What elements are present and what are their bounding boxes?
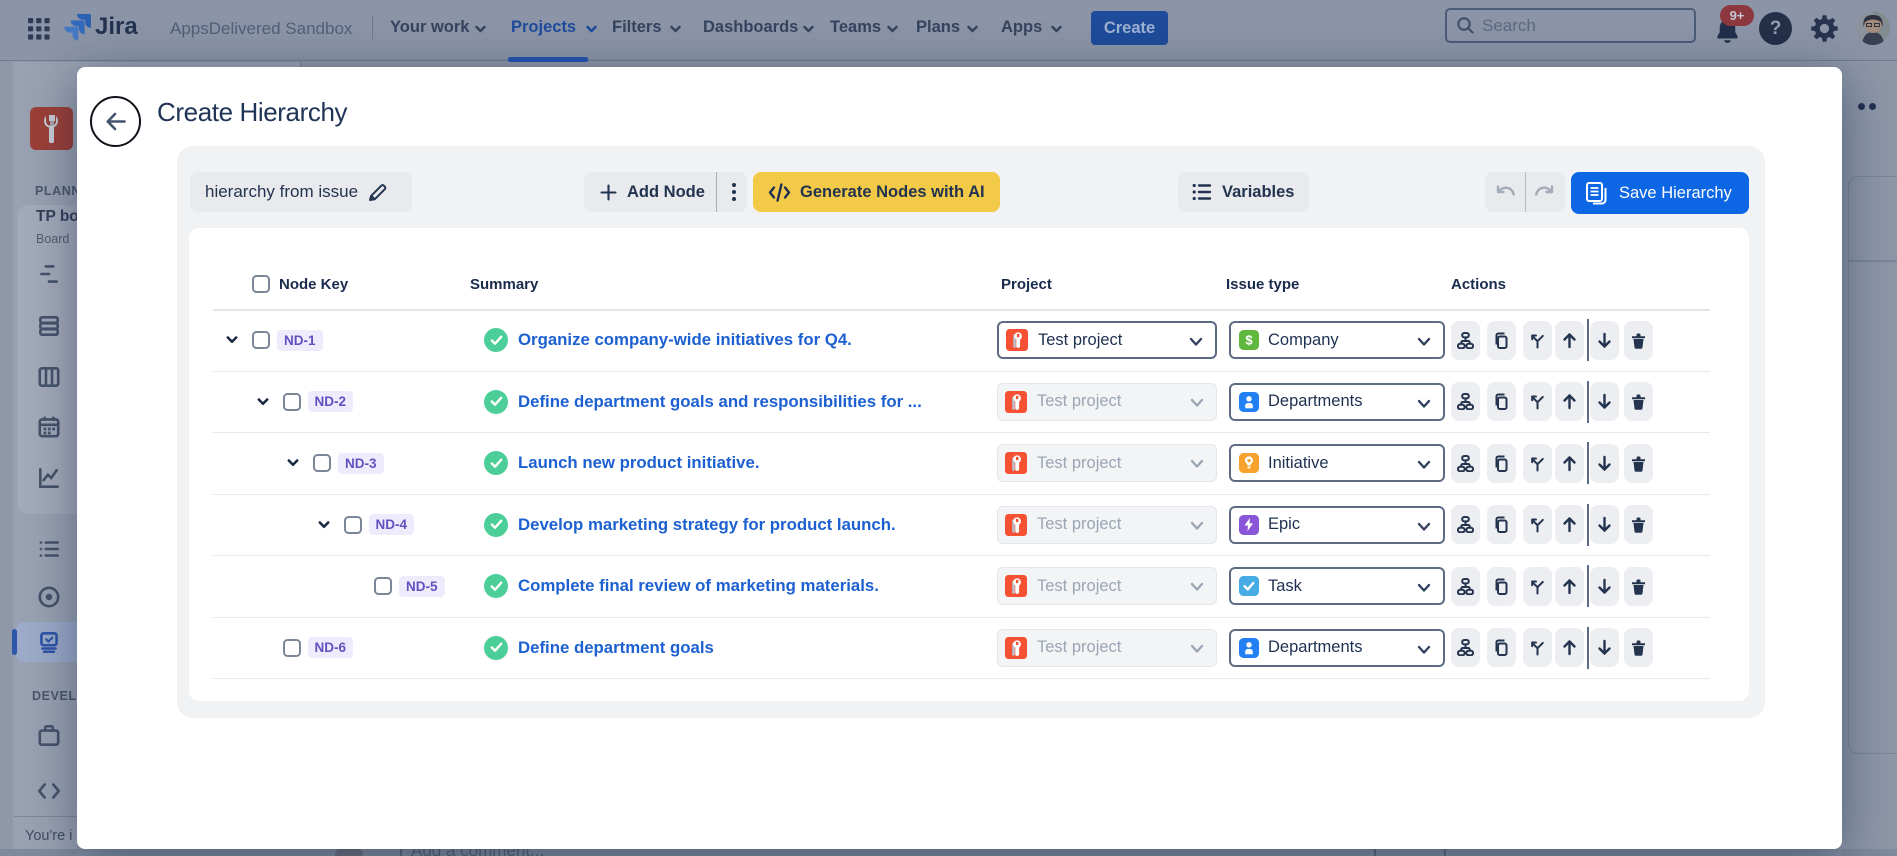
svg-text:$: $ <box>1245 333 1253 348</box>
